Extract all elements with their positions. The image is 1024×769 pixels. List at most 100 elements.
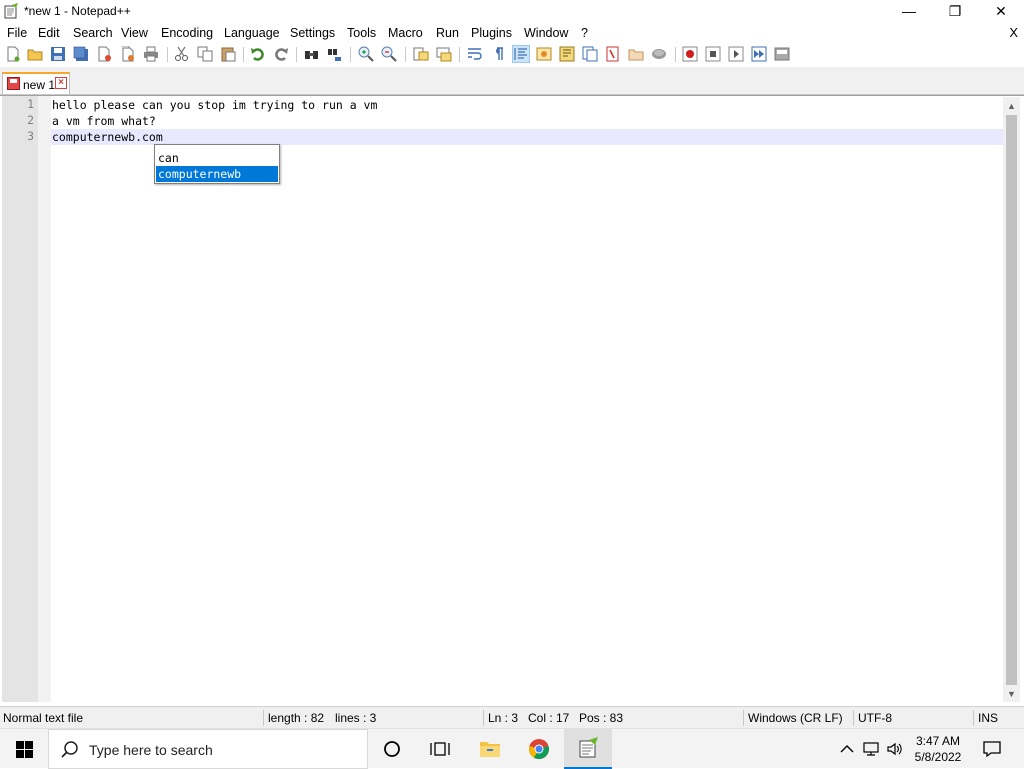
indent-guide-icon[interactable] xyxy=(512,45,530,63)
network-icon[interactable] xyxy=(862,740,880,758)
taskbar-search-box[interactable]: Type here to search xyxy=(48,729,368,769)
menu-window[interactable]: Window xyxy=(524,26,568,40)
scroll-down-icon[interactable]: ▼ xyxy=(1003,685,1020,702)
run-macro-multiple-icon[interactable] xyxy=(751,46,767,62)
editor[interactable]: 1 2 3 hello please can you stop im tryin… xyxy=(0,95,1024,703)
paste-icon[interactable] xyxy=(220,46,236,62)
sync-vertical-scroll-icon[interactable] xyxy=(413,46,429,62)
notepadpp-taskbar-icon[interactable] xyxy=(564,729,612,769)
status-eol: Windows (CR LF) xyxy=(748,711,843,725)
cut-icon[interactable] xyxy=(174,46,190,62)
status-insert-mode: INS xyxy=(978,711,999,725)
taskbar: Type here to search 3:47 AM 5/8/2022 xyxy=(0,728,1024,769)
window-title: *new 1 - Notepad++ xyxy=(24,4,131,18)
notepadpp-app-icon[interactable] xyxy=(3,3,19,19)
monitoring-icon[interactable] xyxy=(651,46,667,62)
document-map-icon[interactable] xyxy=(559,46,575,62)
stop-macro-icon[interactable] xyxy=(705,46,721,62)
close-file-icon[interactable] xyxy=(96,46,112,62)
menu-macro[interactable]: Macro xyxy=(388,26,423,40)
record-macro-icon[interactable] xyxy=(682,46,698,62)
line-number: 1 xyxy=(27,97,34,111)
notification-icon[interactable] xyxy=(982,739,1002,759)
zoom-out-icon[interactable] xyxy=(381,46,397,62)
sync-horizontal-scroll-icon[interactable] xyxy=(436,46,452,62)
code-line[interactable]: computernewb.com xyxy=(52,129,163,145)
status-length: length : 82 xyxy=(268,711,325,725)
cortana-icon[interactable] xyxy=(368,729,416,769)
clock-date[interactable]: 5/8/2022 xyxy=(906,750,970,764)
menu-encoding[interactable]: Encoding xyxy=(161,26,213,40)
status-separator xyxy=(263,710,264,726)
file-explorer-icon[interactable] xyxy=(466,729,514,769)
volume-icon[interactable] xyxy=(886,740,904,758)
menu-search[interactable]: Search xyxy=(73,26,113,40)
status-file-type: Normal text file xyxy=(3,711,84,725)
menu-language[interactable]: Language xyxy=(224,26,280,40)
show-hidden-icons-chevron-icon[interactable] xyxy=(838,740,856,758)
tab-close-icon[interactable]: × xyxy=(55,77,67,89)
open-file-icon[interactable] xyxy=(27,46,43,62)
menu-tools[interactable]: Tools xyxy=(347,26,376,40)
word-wrap-icon[interactable] xyxy=(467,46,483,62)
restore-button[interactable]: ❐ xyxy=(932,0,978,22)
start-button[interactable] xyxy=(0,729,48,769)
save-icon[interactable] xyxy=(50,46,66,62)
menu-help[interactable]: ? xyxy=(581,26,588,40)
redo-icon[interactable] xyxy=(273,46,289,62)
toolbar-separator xyxy=(405,47,406,62)
save-macro-icon[interactable] xyxy=(774,46,790,62)
title-bar: *new 1 - Notepad++ — ❐ ✕ xyxy=(0,0,1024,22)
autocomplete-item[interactable]: can xyxy=(156,150,278,166)
status-position: Pos : 83 xyxy=(579,711,624,725)
autocomplete-list: can computernewb xyxy=(154,144,280,184)
undo-icon[interactable] xyxy=(250,46,266,62)
copy-icon[interactable] xyxy=(197,46,213,62)
folder-as-workspace-icon[interactable] xyxy=(605,46,621,62)
autocomplete-item-selected[interactable]: computernewb xyxy=(156,166,278,182)
status-separator xyxy=(483,710,484,726)
function-list-icon[interactable] xyxy=(582,46,598,62)
menu-settings[interactable]: Settings xyxy=(290,26,335,40)
chrome-icon[interactable] xyxy=(515,729,563,769)
user-defined-language-icon[interactable] xyxy=(536,46,552,62)
fold-margin[interactable] xyxy=(38,96,51,702)
status-encoding: UTF-8 xyxy=(858,711,892,725)
menu-edit[interactable]: Edit xyxy=(38,26,60,40)
new-file-icon[interactable] xyxy=(5,46,21,62)
zoom-in-icon[interactable] xyxy=(358,46,374,62)
line-number: 2 xyxy=(27,113,34,127)
close-document-button[interactable]: X xyxy=(1009,25,1018,40)
status-separator xyxy=(853,710,854,726)
status-column: Col : 17 xyxy=(528,711,570,725)
close-all-icon[interactable] xyxy=(119,46,135,62)
vertical-scrollbar[interactable]: ▲ ▼ xyxy=(1003,97,1020,702)
replace-icon[interactable] xyxy=(327,46,343,62)
menu-view[interactable]: View xyxy=(121,26,148,40)
status-separator xyxy=(743,710,744,726)
close-window-button[interactable]: ✕ xyxy=(978,0,1024,22)
tab-bar: new 1 × xyxy=(0,67,1024,95)
code-line[interactable]: a vm from what? xyxy=(52,113,156,129)
scrollbar-thumb[interactable] xyxy=(1006,115,1017,685)
status-separator xyxy=(973,710,974,726)
scroll-up-icon[interactable]: ▲ xyxy=(1003,97,1020,114)
status-line-number: Ln : 3 xyxy=(488,711,519,725)
toolbar-separator xyxy=(296,47,297,62)
play-macro-icon[interactable] xyxy=(728,46,744,62)
print-icon[interactable] xyxy=(143,46,159,62)
save-all-icon[interactable] xyxy=(73,46,89,62)
clock-time[interactable]: 3:47 AM xyxy=(906,734,970,748)
tab-new-1[interactable]: new 1 × xyxy=(2,72,70,94)
task-view-icon[interactable] xyxy=(416,729,464,769)
toolbar-separator xyxy=(675,47,676,62)
show-all-characters-icon[interactable] xyxy=(490,46,506,62)
minimize-button[interactable]: — xyxy=(886,0,932,22)
menu-plugins[interactable]: Plugins xyxy=(471,26,512,40)
menu-file[interactable]: File xyxy=(7,26,27,40)
menu-run[interactable]: Run xyxy=(436,26,459,40)
find-icon[interactable] xyxy=(304,46,320,62)
code-line[interactable]: hello please can you stop im trying to r… xyxy=(52,97,377,113)
folder-icon[interactable] xyxy=(628,46,644,62)
tab-label: new 1 xyxy=(23,78,56,92)
